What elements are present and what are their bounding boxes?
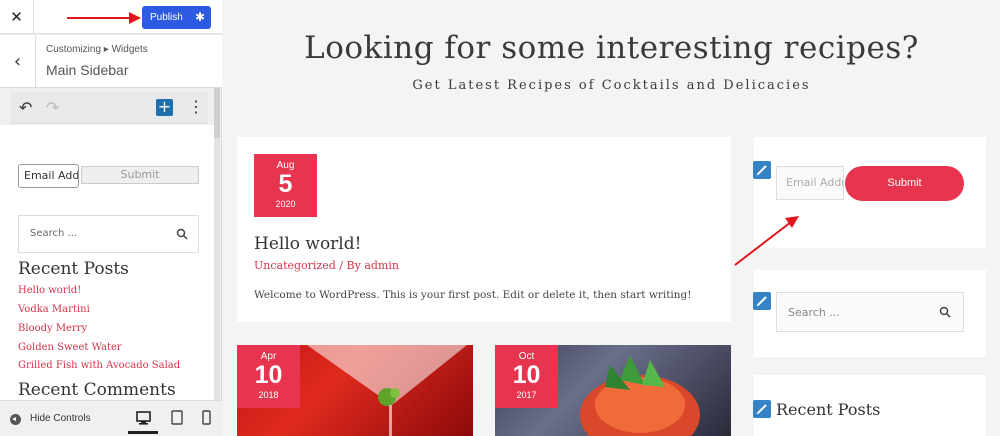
date-year: 2020 <box>275 199 296 209</box>
email-field[interactable]: Email Address <box>18 164 79 188</box>
mobile-preview-icon[interactable] <box>196 404 216 434</box>
hide-controls-icon[interactable] <box>10 414 21 425</box>
scrollbar[interactable] <box>214 88 220 400</box>
date-day: 5 <box>278 170 293 198</box>
publish-button[interactable]: Publish ✱ <box>142 6 211 29</box>
date-badge: Aug 5 2020 <box>254 154 317 217</box>
recent-posts-widget: Recent Posts <box>753 375 986 436</box>
recent-post-link[interactable]: Grilled Fish with Avocado Salad <box>18 360 180 371</box>
section-header: ‹ Customizing ▸ Widgets Main Sidebar <box>0 35 222 88</box>
edit-pencil-icon[interactable] <box>753 400 771 418</box>
post-excerpt: Welcome to WordPress. This is your first… <box>254 289 692 301</box>
undo-icon[interactable]: ↶ <box>19 98 32 117</box>
search-placeholder: Search ... <box>788 306 840 319</box>
search-placeholder: Search ... <box>30 228 78 239</box>
date-year: 2017 <box>516 390 537 400</box>
submit-button[interactable]: Submit <box>81 166 199 184</box>
block-toolbar: ↶ ↷ + ⋮ <box>10 92 208 124</box>
gear-icon[interactable]: ✱ <box>195 10 205 24</box>
scrollbar-thumb[interactable] <box>214 88 220 138</box>
hero-title: Looking for some interesting recipes? <box>304 30 919 66</box>
recent-posts-heading: Recent Posts <box>18 259 129 279</box>
recent-post-link[interactable]: Bloody Merry <box>18 323 87 334</box>
date-year: 2018 <box>258 390 279 400</box>
post-title[interactable]: Hello world! <box>254 234 361 254</box>
annotation-arrow-icon <box>67 12 141 24</box>
recent-comments-heading: Recent Comments <box>18 380 176 400</box>
post-author-link[interactable]: admin <box>364 259 399 272</box>
martini-image <box>307 345 467 436</box>
search-widget: Search ... <box>753 270 986 357</box>
search-input[interactable]: Search ... <box>18 215 199 253</box>
recent-post-link[interactable]: Golden Sweet Water <box>18 342 122 353</box>
search-icon <box>939 306 951 318</box>
tablet-preview-icon[interactable] <box>166 404 188 434</box>
more-options-icon[interactable]: ⋮ <box>188 97 204 116</box>
submit-button[interactable]: Submit <box>845 166 964 201</box>
post-thumbnail[interactable]: Oct 10 2017 <box>495 345 731 436</box>
edit-pencil-icon[interactable] <box>753 292 771 310</box>
widget-editor-area: Email Address Submit Search ... Recent P… <box>0 125 214 400</box>
post-category-link[interactable]: Uncategorized <box>254 259 336 272</box>
add-block-icon[interactable]: + <box>156 99 173 116</box>
desktop-preview-icon[interactable] <box>128 404 158 434</box>
post-card: Aug 5 2020 Hello world! Uncategorized / … <box>237 137 731 322</box>
search-icon <box>176 228 188 240</box>
post-thumbnail[interactable]: Apr 10 2018 <box>237 345 473 436</box>
date-badge: Apr 10 2018 <box>237 345 300 408</box>
annotation-arrow-icon <box>734 216 799 266</box>
post-meta: Uncategorized / By admin <box>254 259 399 272</box>
site-preview: Looking for some interesting recipes? Ge… <box>223 0 1000 436</box>
close-icon[interactable]: ✕ <box>0 0 34 34</box>
customizer-topbar: ✕ Publish ✱ <box>0 0 222 34</box>
date-day: 10 <box>512 361 541 389</box>
date-badge: Oct 10 2017 <box>495 345 558 408</box>
recent-posts-heading: Recent Posts <box>776 400 881 419</box>
edit-pencil-icon[interactable] <box>753 161 771 179</box>
post-by-text: / By <box>339 259 361 272</box>
search-input[interactable]: Search ... <box>776 292 964 332</box>
hide-controls-button[interactable]: Hide Controls <box>30 413 91 424</box>
recent-post-link[interactable]: Vodka Martini <box>18 304 90 315</box>
email-field[interactable]: Email Address <box>776 166 844 200</box>
customizer-footer: Hide Controls <box>0 400 222 436</box>
cocktail-image <box>580 355 700 436</box>
date-day: 10 <box>254 361 283 389</box>
breadcrumb: Customizing ▸ Widgets <box>46 44 148 55</box>
hero-subtitle: Get Latest Recipes of Cocktails and Deli… <box>412 78 811 93</box>
recent-post-link[interactable]: Hello world! <box>18 285 81 296</box>
redo-icon[interactable]: ↷ <box>46 98 59 117</box>
back-chevron-icon[interactable]: ‹ <box>0 35 36 88</box>
customizer-panel: ✕ Publish ✱ ‹ Customizing ▸ Widgets Main… <box>0 0 222 436</box>
section-title: Main Sidebar <box>46 62 129 78</box>
publish-label: Publish <box>150 12 183 23</box>
